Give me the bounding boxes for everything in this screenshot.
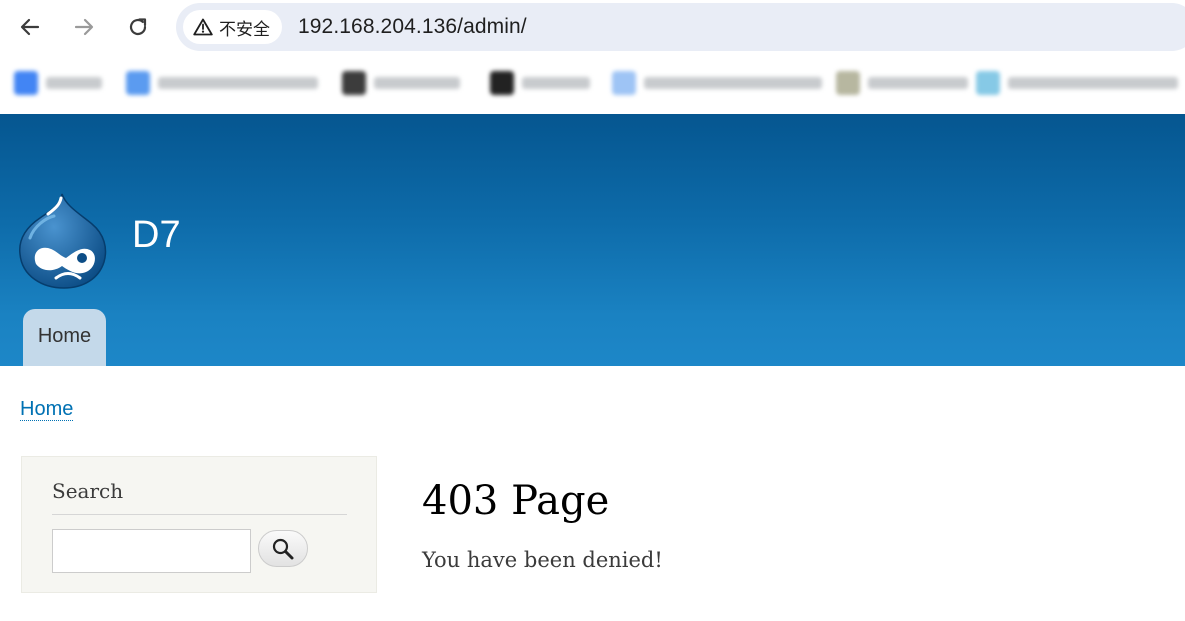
bookmark-favicon: [126, 71, 150, 95]
magnifier-icon: [272, 538, 294, 559]
page-message: You have been denied!: [422, 548, 663, 572]
arrow-left-icon: [20, 18, 40, 36]
browser-toolbar: 不安全 192.168.204.136/admin/: [0, 0, 1185, 54]
block-divider: [52, 514, 347, 515]
site-name[interactable]: D7: [132, 214, 181, 257]
bookmark-item[interactable]: [836, 69, 968, 97]
main-menu-tab-home[interactable]: Home: [23, 309, 106, 366]
url-text[interactable]: 192.168.204.136/admin/: [298, 15, 527, 39]
bookmark-item[interactable]: [14, 69, 102, 97]
bookmarks-bar: [0, 54, 1185, 114]
page-title: 403 Page: [422, 478, 610, 524]
site-header: D7 Home: [0, 114, 1185, 366]
bookmark-favicon: [612, 71, 636, 95]
security-indicator[interactable]: 不安全: [183, 10, 282, 44]
bookmark-item[interactable]: [126, 69, 318, 97]
search-input[interactable]: [52, 529, 251, 573]
bookmark-favicon: [836, 71, 860, 95]
main-menu-tab-label: Home: [37, 325, 92, 347]
address-bar[interactable]: 不安全 192.168.204.136/admin/: [176, 3, 1185, 51]
arrow-right-icon: [74, 18, 94, 36]
back-button[interactable]: [11, 8, 49, 46]
bookmark-item[interactable]: [612, 69, 822, 97]
bookmark-favicon: [976, 71, 1000, 95]
bookmark-item[interactable]: [342, 69, 460, 97]
warning-triangle-icon: [193, 18, 213, 36]
search-block-title: Search: [52, 479, 124, 503]
search-block: Search: [21, 456, 377, 593]
reload-button[interactable]: [119, 8, 157, 46]
reload-icon: [129, 18, 147, 36]
site-logo[interactable]: [18, 192, 108, 295]
breadcrumb-home-link[interactable]: Home: [20, 398, 74, 421]
forward-button[interactable]: [65, 8, 103, 46]
security-label: 不安全: [219, 19, 270, 39]
bookmark-favicon: [342, 71, 366, 95]
bookmark-favicon: [490, 71, 514, 95]
bookmark-favicon: [14, 71, 38, 95]
drupal-drop-logo: [19, 193, 107, 289]
bookmark-item[interactable]: [490, 69, 590, 97]
bookmark-item[interactable]: [976, 69, 1178, 97]
search-button[interactable]: [258, 530, 308, 567]
